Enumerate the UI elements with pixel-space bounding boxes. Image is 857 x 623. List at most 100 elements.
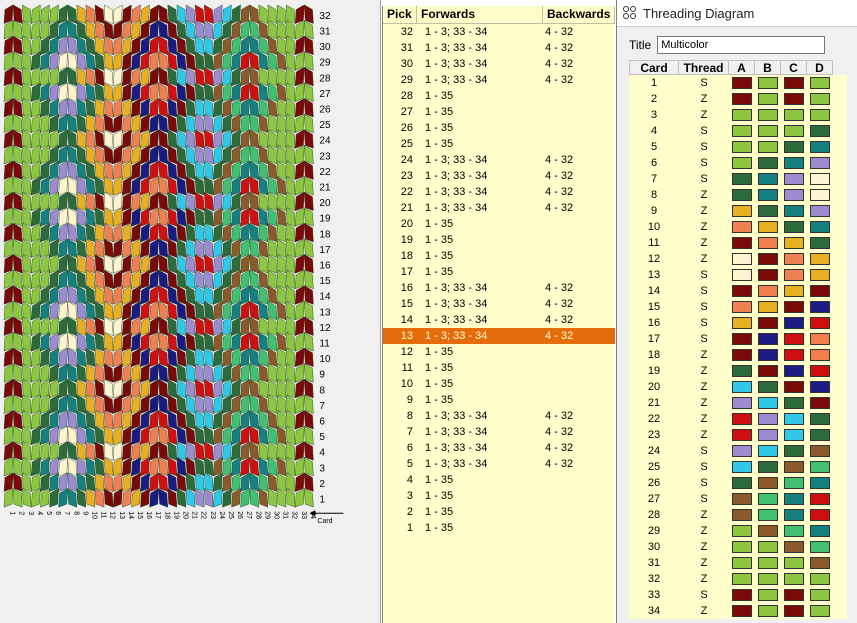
color-swatch-b[interactable] bbox=[758, 77, 778, 89]
thread-direction[interactable]: S bbox=[679, 461, 729, 473]
color-swatch-c[interactable] bbox=[784, 413, 804, 425]
thread-direction[interactable]: S bbox=[679, 125, 729, 137]
color-swatch-a[interactable] bbox=[732, 77, 752, 89]
color-swatch-a[interactable] bbox=[732, 189, 752, 201]
color-swatch-c[interactable] bbox=[784, 397, 804, 409]
color-swatch-d[interactable] bbox=[810, 125, 830, 137]
color-swatch-d[interactable] bbox=[810, 381, 830, 393]
color-swatch-b[interactable] bbox=[758, 365, 778, 377]
color-swatch-b[interactable] bbox=[758, 189, 778, 201]
threading-row[interactable]: 18 Z bbox=[629, 347, 847, 363]
color-swatch-a[interactable] bbox=[732, 317, 752, 329]
color-swatch-c[interactable] bbox=[784, 509, 804, 521]
color-swatch-c[interactable] bbox=[784, 557, 804, 569]
color-swatch-b[interactable] bbox=[758, 205, 778, 217]
threading-row[interactable]: 2Z bbox=[629, 91, 847, 107]
threading-row[interactable]: 22 Z bbox=[629, 411, 847, 427]
color-swatch-a[interactable] bbox=[732, 509, 752, 521]
thread-direction[interactable]: Z bbox=[679, 205, 729, 217]
threading-row[interactable]: 14 S bbox=[629, 283, 847, 299]
thread-direction[interactable]: Z bbox=[679, 429, 729, 441]
threading-row[interactable]: 32 Z bbox=[629, 571, 847, 587]
color-swatch-a[interactable] bbox=[732, 269, 752, 281]
thread-direction[interactable]: S bbox=[679, 477, 729, 489]
title-input[interactable]: Multicolor bbox=[657, 36, 826, 54]
window-titlebar[interactable]: Threading Diagram bbox=[617, 0, 857, 27]
pick-row[interactable]: 30 1 - 3; 33 - 34 4 - 32 bbox=[383, 56, 615, 72]
pick-row[interactable]: 9 1 - 35 bbox=[383, 392, 615, 408]
thread-direction[interactable]: Z bbox=[679, 381, 729, 393]
thread-direction[interactable]: S bbox=[679, 317, 729, 329]
color-swatch-d[interactable] bbox=[810, 477, 830, 489]
pattern-preview-pane[interactable]: 1 2 3 4 5 6 7 8 9 10 11 12 13 14 15 16 17 18 19 20 21 22 23 24 2… bbox=[0, 0, 381, 623]
color-swatch-d[interactable] bbox=[810, 493, 830, 505]
pick-row[interactable]: 32 1 - 3; 33 - 34 4 - 32 bbox=[383, 24, 615, 40]
threading-row[interactable]: 25 S bbox=[629, 459, 847, 475]
pick-row[interactable]: 24 1 - 3; 33 - 34 4 - 32 bbox=[383, 152, 615, 168]
color-swatch-d[interactable] bbox=[810, 189, 830, 201]
color-swatch-d[interactable] bbox=[810, 573, 830, 585]
pick-table[interactable]: Pick Forwards Backwards 32 1 - 3; 33 - 34… bbox=[382, 6, 615, 623]
pick-row[interactable]: 20 1 - 35 bbox=[383, 216, 615, 232]
color-swatch-c[interactable] bbox=[784, 525, 804, 537]
thread-direction[interactable]: S bbox=[679, 269, 729, 281]
color-swatch-b[interactable] bbox=[758, 221, 778, 233]
threading-row[interactable]: 27 S bbox=[629, 491, 847, 507]
pick-row[interactable]: 16 1 - 3; 33 - 34 4 - 32 bbox=[383, 280, 615, 296]
color-swatch-b[interactable] bbox=[758, 541, 778, 553]
color-swatch-d[interactable] bbox=[810, 157, 830, 169]
color-swatch-c[interactable] bbox=[784, 237, 804, 249]
threading-row[interactable]: 34 Z bbox=[629, 603, 847, 619]
thread-direction[interactable]: S bbox=[679, 77, 729, 89]
threading-row[interactable]: 15 S bbox=[629, 299, 847, 315]
header-thread[interactable]: Thread bbox=[679, 60, 729, 75]
threading-row[interactable]: 23 Z bbox=[629, 427, 847, 443]
color-swatch-d[interactable] bbox=[810, 237, 830, 249]
color-swatch-d[interactable] bbox=[810, 269, 830, 281]
color-swatch-d[interactable] bbox=[810, 349, 830, 361]
header-hole-d[interactable]: D bbox=[807, 60, 833, 75]
color-swatch-c[interactable] bbox=[784, 477, 804, 489]
color-swatch-c[interactable] bbox=[784, 605, 804, 617]
thread-direction[interactable]: S bbox=[679, 333, 729, 345]
color-swatch-d[interactable] bbox=[810, 365, 830, 377]
header-forwards[interactable]: Forwards bbox=[417, 6, 543, 23]
color-swatch-d[interactable] bbox=[810, 525, 830, 537]
color-swatch-b[interactable] bbox=[758, 525, 778, 537]
thread-direction[interactable]: Z bbox=[679, 605, 729, 617]
weaving-pattern-canvas[interactable]: 1234567891011121314151617181920212223242… bbox=[0, 0, 380, 623]
threading-row[interactable]: 3Z bbox=[629, 107, 847, 123]
pick-row[interactable]: 13 1 - 3; 33 - 34 4 - 32 bbox=[383, 328, 615, 344]
color-swatch-a[interactable] bbox=[732, 413, 752, 425]
color-swatch-b[interactable] bbox=[758, 109, 778, 121]
pick-row[interactable]: 23 1 - 3; 33 - 34 4 - 32 bbox=[383, 168, 615, 184]
threading-row[interactable]: 30 Z bbox=[629, 539, 847, 555]
threading-row[interactable]: 10 Z bbox=[629, 219, 847, 235]
color-swatch-b[interactable] bbox=[758, 285, 778, 297]
pick-row[interactable]: 21 1 - 3; 33 - 34 4 - 32 bbox=[383, 200, 615, 216]
color-swatch-a[interactable] bbox=[732, 301, 752, 313]
header-hole-b[interactable]: B bbox=[755, 60, 781, 75]
pick-row[interactable]: 14 1 - 3; 33 - 34 4 - 32 bbox=[383, 312, 615, 328]
color-swatch-c[interactable] bbox=[784, 125, 804, 137]
threading-row[interactable]: 6S bbox=[629, 155, 847, 171]
color-swatch-d[interactable] bbox=[810, 605, 830, 617]
color-swatch-b[interactable] bbox=[758, 253, 778, 265]
threading-row[interactable]: 1S bbox=[629, 75, 847, 91]
color-swatch-a[interactable] bbox=[732, 381, 752, 393]
color-swatch-b[interactable] bbox=[758, 125, 778, 137]
color-swatch-c[interactable] bbox=[784, 381, 804, 393]
color-swatch-b[interactable] bbox=[758, 605, 778, 617]
color-swatch-d[interactable] bbox=[810, 445, 830, 457]
color-swatch-a[interactable] bbox=[732, 573, 752, 585]
color-swatch-a[interactable] bbox=[732, 397, 752, 409]
header-backwards[interactable]: Backwards bbox=[543, 6, 615, 23]
color-swatch-a[interactable] bbox=[732, 365, 752, 377]
pick-row[interactable]: 12 1 - 35 bbox=[383, 344, 615, 360]
color-swatch-b[interactable] bbox=[758, 413, 778, 425]
color-swatch-c[interactable] bbox=[784, 93, 804, 105]
color-swatch-a[interactable] bbox=[732, 349, 752, 361]
color-swatch-b[interactable] bbox=[758, 557, 778, 569]
color-swatch-d[interactable] bbox=[810, 557, 830, 569]
color-swatch-d[interactable] bbox=[810, 429, 830, 441]
